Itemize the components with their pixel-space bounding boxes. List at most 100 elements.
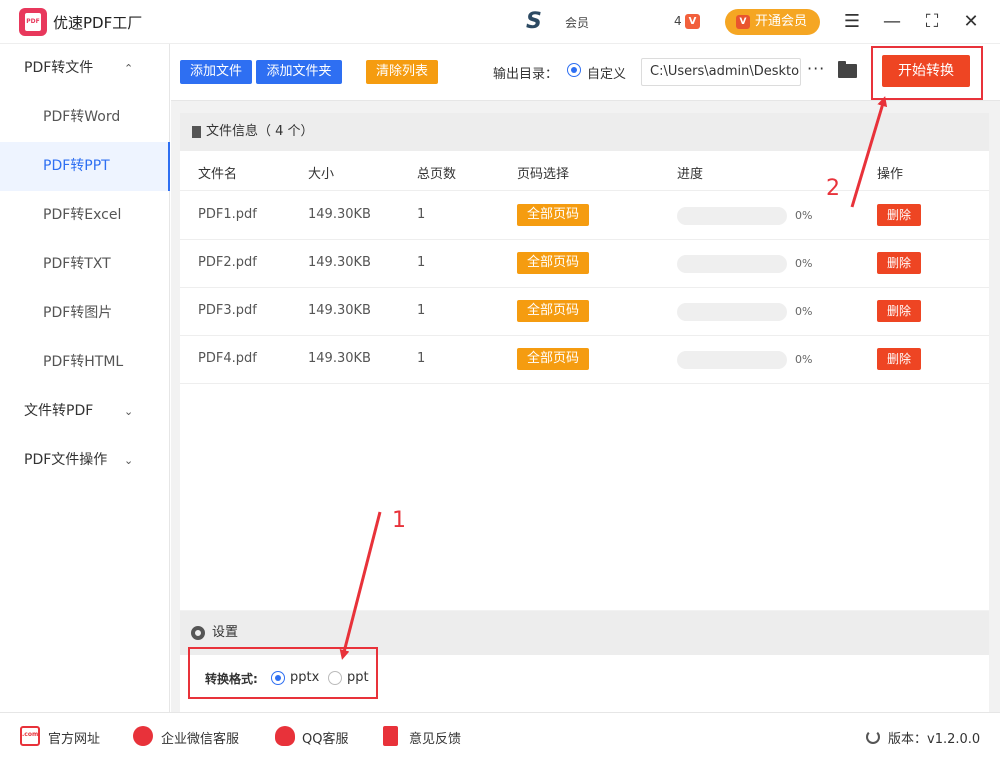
sidebar-group-pdf-operations[interactable]: PDF文件操作 ⌄ [0,436,170,485]
app-logo-icon: PDF [19,8,47,36]
gear-icon [191,626,205,640]
col-size: 大小 [308,167,335,182]
table-header: 文件名 大小 总页数 页码选择 进度 操作 [180,151,989,191]
file-info-header: 文件信息（ 4 个） [180,113,989,151]
vip-label: 开通会员 [755,14,808,29]
page-select-button[interactable]: 全部页码 [517,252,589,274]
sidebar-item-pdf-to-html[interactable]: PDF转HTML [0,338,170,387]
website-link[interactable]: 官方网址 [48,728,100,747]
file-size: 149.30KB [308,303,371,318]
maximize-icon[interactable]: ⛶ [920,10,944,34]
delete-button[interactable]: 删除 [877,204,921,226]
progress-text: 0% [795,257,813,270]
main-area: 文件信息（ 4 个） 文件名 大小 总页数 页码选择 进度 操作 PDF1.pd… [171,101,1000,712]
table-row: PDF2.pdf 149.30KB 1 全部页码 0% 删除 [180,240,989,288]
progress-text: 0% [795,353,813,366]
qq-service-link[interactable]: QQ客服 [302,728,348,747]
file-info-panel: 文件信息（ 4 个） 文件名 大小 总页数 页码选择 进度 操作 PDF1.pd… [180,113,989,610]
output-custom-label: 自定义 [587,67,627,82]
chevron-down-icon: ⌄ [124,454,134,467]
chevron-up-icon: ⌃ [124,62,134,75]
sidebar-item-pdf-to-ppt[interactable]: PDF转PPT [0,142,170,191]
file-size: 149.30KB [308,207,371,222]
file-pages: 1 [417,303,426,318]
progress-bar [677,255,787,273]
settings-title: 设置 [212,625,239,640]
delete-button[interactable]: 删除 [877,300,921,322]
sidebar-item-pdf-to-excel[interactable]: PDF转Excel [0,191,170,240]
sidebar: PDF转文件 ⌃ PDF转Word PDF转PPT PDF转Excel PDF转… [0,44,170,712]
user-logo-icon[interactable]: S [526,11,542,33]
wechat-service-link[interactable]: 企业微信客服 [161,728,239,747]
table-row: PDF3.pdf 149.30KB 1 全部页码 0% 删除 [180,288,989,336]
refresh-icon[interactable] [866,730,880,744]
progress-bar [677,351,787,369]
format-label: 转换格式: [205,672,258,686]
file-pages: 1 [417,207,426,222]
badge-icon[interactable]: V [685,14,700,29]
file-name: PDF4.pdf [198,351,257,366]
minimize-icon[interactable]: — [880,10,904,34]
clear-list-button[interactable]: 清除列表 [366,60,438,84]
menu-icon[interactable]: ☰ [840,10,864,34]
vip-button[interactable]: V 开通会员 [725,9,820,35]
delete-button[interactable]: 删除 [877,252,921,274]
col-action: 操作 [877,167,904,182]
col-progress: 进度 [677,167,704,182]
page-select-button[interactable]: 全部页码 [517,204,589,226]
page-select-button[interactable]: 全部页码 [517,348,589,370]
format-pptx-label[interactable]: pptx [290,670,319,685]
file-name: PDF1.pdf [198,207,257,222]
user-name[interactable]: 会员 [565,14,589,31]
start-convert-button[interactable]: 开始转换 [882,55,970,87]
file-pages: 1 [417,351,426,366]
file-info-title: 文件信息（ 4 个） [206,124,314,139]
file-pages: 1 [417,255,426,270]
folder-icon[interactable] [838,61,857,78]
table-row: PDF1.pdf 149.30KB 1 全部页码 0% 删除 [180,192,989,240]
annotation-number-2: 2 [826,176,840,201]
wechat-icon [133,726,153,746]
col-filename: 文件名 [198,167,238,182]
page-select-button[interactable]: 全部页码 [517,300,589,322]
delete-button[interactable]: 删除 [877,348,921,370]
format-pptx-radio[interactable] [271,671,285,685]
sidebar-item-pdf-to-word[interactable]: PDF转Word [0,93,170,142]
sidebar-group-file-to-pdf[interactable]: 文件转PDF ⌄ [0,387,170,436]
close-icon[interactable]: ✕ [959,10,983,34]
add-folder-button[interactable]: 添加文件夹 [256,60,342,84]
document-icon [192,126,201,138]
feedback-icon [383,726,398,746]
footer: .com 官方网址 企业微信客服 QQ客服 意见反馈 版本：v1.2.0.0 [0,712,1000,760]
feedback-link[interactable]: 意见反馈 [409,728,461,747]
progress-text: 0% [795,209,813,222]
file-size: 149.30KB [308,351,371,366]
sidebar-group-pdf-to-file[interactable]: PDF转文件 ⌃ [0,44,170,93]
app-title: 优速PDF工厂 [53,14,143,32]
add-file-button[interactable]: 添加文件 [180,60,252,84]
version-text: 版本：v1.2.0.0 [888,732,981,747]
progress-bar [677,303,787,321]
website-icon: .com [20,726,40,746]
output-dir-label: 输出目录： [493,67,559,82]
title-bar: PDF 优速PDF工厂 S 会员 4 V V 开通会员 ☰ — ⛶ ✕ [0,0,1000,44]
output-custom-radio[interactable] [567,63,581,77]
sidebar-item-pdf-to-txt[interactable]: PDF转TXT [0,240,170,289]
toolbar: 添加文件 添加文件夹 清除列表 输出目录： 自定义 C:\Users\admin… [171,44,1000,101]
format-ppt-label[interactable]: ppt [347,670,369,685]
progress-text: 0% [795,305,813,318]
sidebar-item-pdf-to-image[interactable]: PDF转图片 [0,289,170,338]
format-ppt-radio[interactable] [328,671,342,685]
col-pages: 总页数 [417,167,457,182]
more-icon[interactable]: ··· [807,59,825,78]
qq-icon [275,726,295,746]
file-size: 149.30KB [308,255,371,270]
annotation-number-1: 1 [392,508,406,533]
table-row: PDF4.pdf 149.30KB 1 全部页码 0% 删除 [180,336,989,384]
vip-icon: V [736,15,750,29]
progress-bar [677,207,787,225]
badge-count: 4 [674,14,682,28]
chevron-down-icon: ⌄ [124,405,134,418]
file-name: PDF2.pdf [198,255,257,270]
output-path-input[interactable]: C:\Users\admin\Deskto [641,58,801,86]
